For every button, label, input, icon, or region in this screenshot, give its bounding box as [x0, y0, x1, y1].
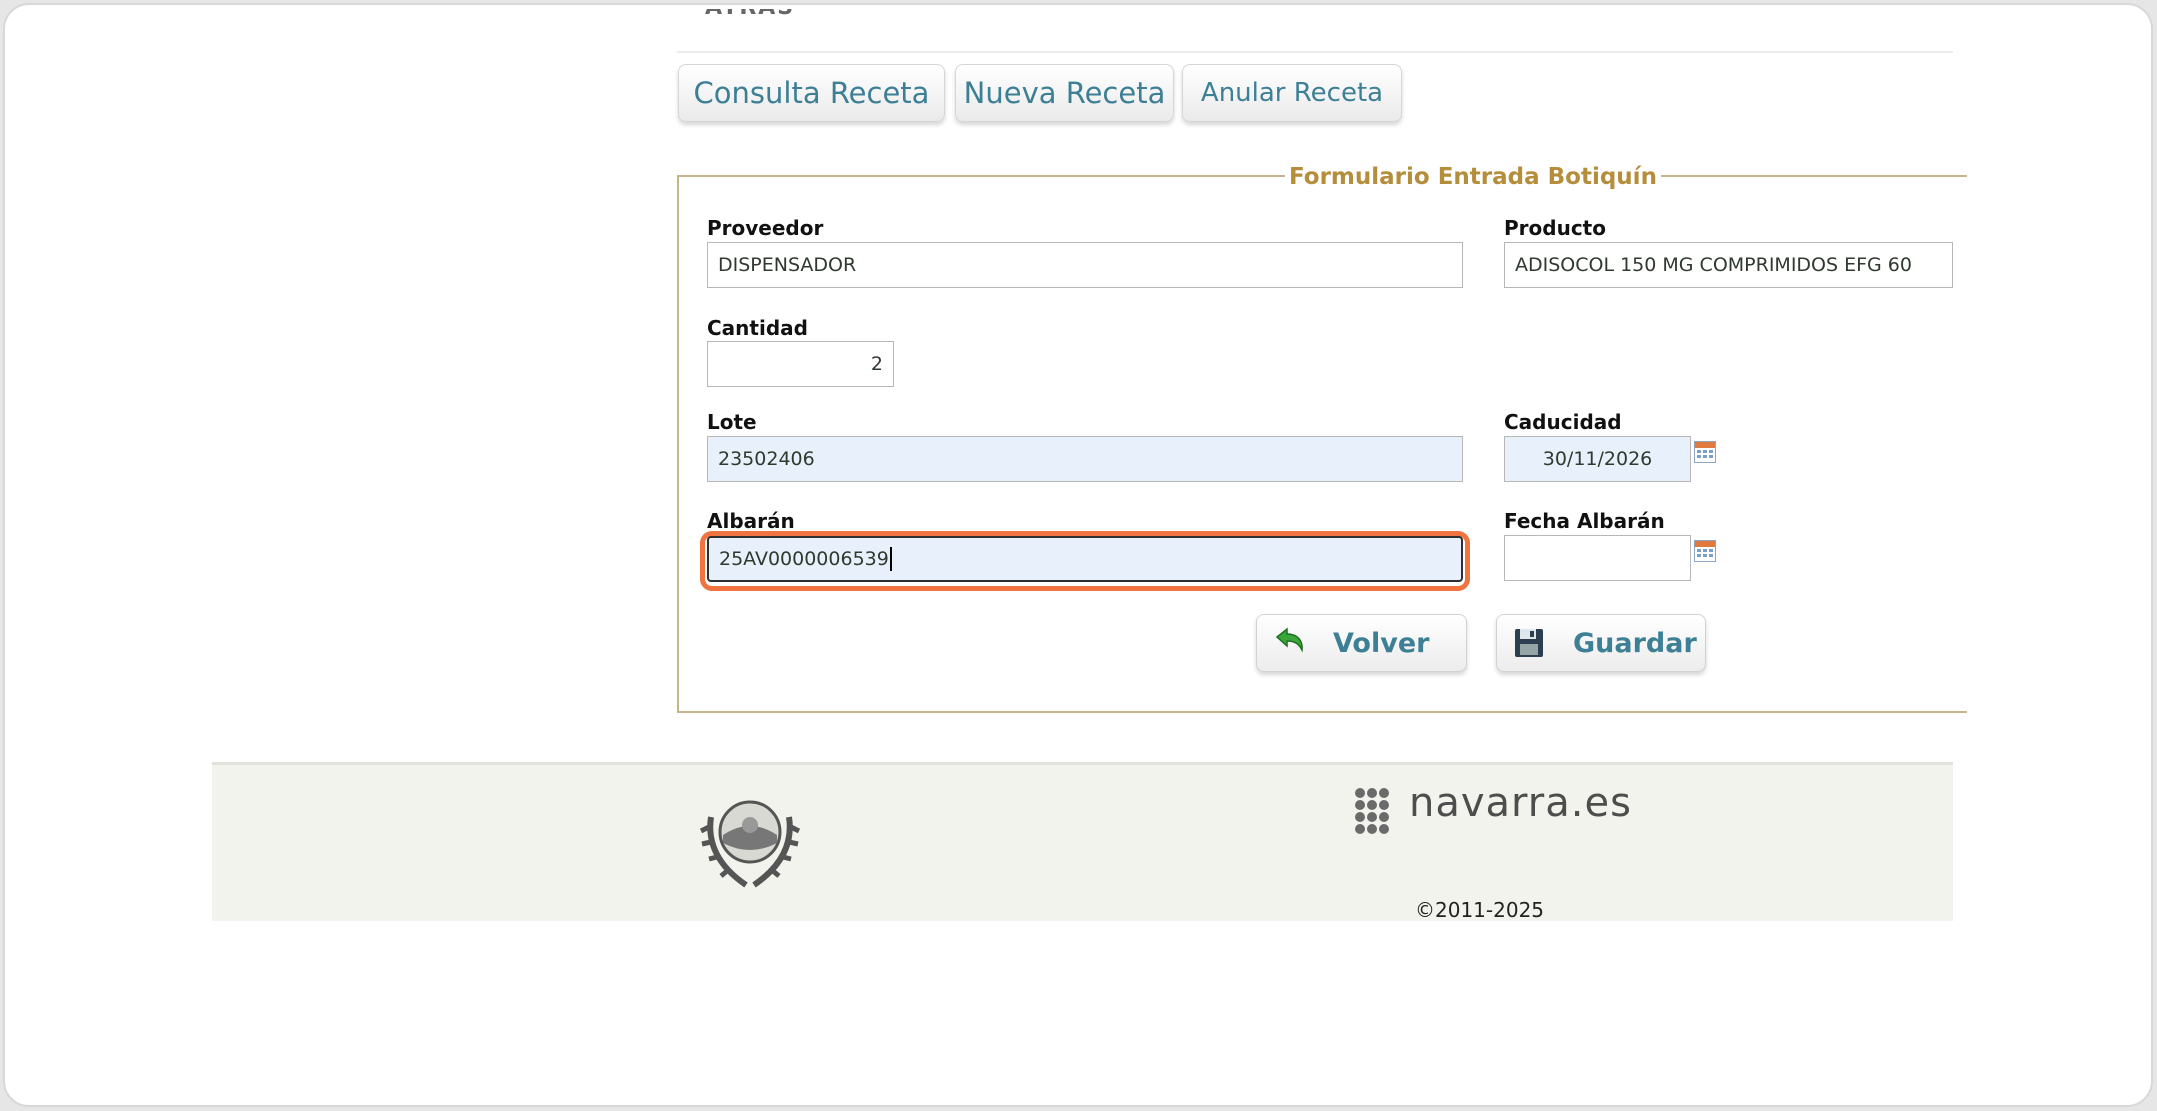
calendar-icon[interactable]	[1694, 540, 1716, 562]
fecha-albaran-label: Fecha Albarán	[1504, 509, 1665, 533]
floppy-disk-icon	[1515, 629, 1543, 657]
proveedor-input[interactable]: DISPENSADOR	[707, 242, 1463, 288]
footer	[212, 762, 1953, 921]
tab-nueva-receta[interactable]: Nueva Receta	[955, 64, 1174, 122]
proveedor-label: Proveedor	[707, 216, 824, 240]
guardar-label: Guardar	[1573, 627, 1697, 659]
tab-consulta-receta[interactable]: Consulta Receta	[678, 64, 945, 122]
cantidad-input[interactable]: 2	[707, 341, 894, 387]
header-cut-text: ATRÁS	[705, 9, 825, 31]
navarra-logo-text[interactable]: navarra.es	[1409, 780, 1632, 826]
producto-label: Producto	[1504, 216, 1606, 240]
caducidad-input[interactable]: 30/11/2026	[1504, 436, 1691, 482]
volver-label: Volver	[1333, 627, 1430, 659]
navarra-seal-icon	[699, 800, 801, 888]
albaran-label: Albarán	[707, 509, 795, 533]
albaran-value: 25AV0000006539	[719, 548, 889, 570]
caducidad-label: Caducidad	[1504, 410, 1622, 434]
window-frame: ATRÁS Consulta Receta Nueva Receta Anula…	[3, 3, 2153, 1107]
lote-label: Lote	[707, 410, 757, 434]
guardar-button[interactable]: Guardar	[1496, 614, 1706, 672]
navarra-dots-logo-icon	[1355, 788, 1389, 834]
lote-input[interactable]: 23502406	[707, 436, 1463, 482]
fecha-albaran-input[interactable]	[1504, 535, 1691, 581]
albaran-input[interactable]: 25AV0000006539	[707, 536, 1463, 582]
form-legend: Formulario Entrada Botiquín	[1285, 162, 1661, 192]
producto-input[interactable]: ADISOCOL 150 MG COMPRIMIDOS EFG 60	[1504, 242, 1953, 288]
calendar-icon[interactable]	[1694, 441, 1716, 463]
tab-anular-receta[interactable]: Anular Receta	[1182, 64, 1402, 122]
text-caret	[889, 547, 892, 571]
volver-button[interactable]: Volver	[1256, 614, 1467, 672]
cantidad-label: Cantidad	[707, 316, 808, 340]
copyright-text: ©2011-2025	[1415, 898, 1545, 922]
header-divider	[677, 51, 1953, 53]
undo-arrow-icon	[1275, 627, 1303, 653]
